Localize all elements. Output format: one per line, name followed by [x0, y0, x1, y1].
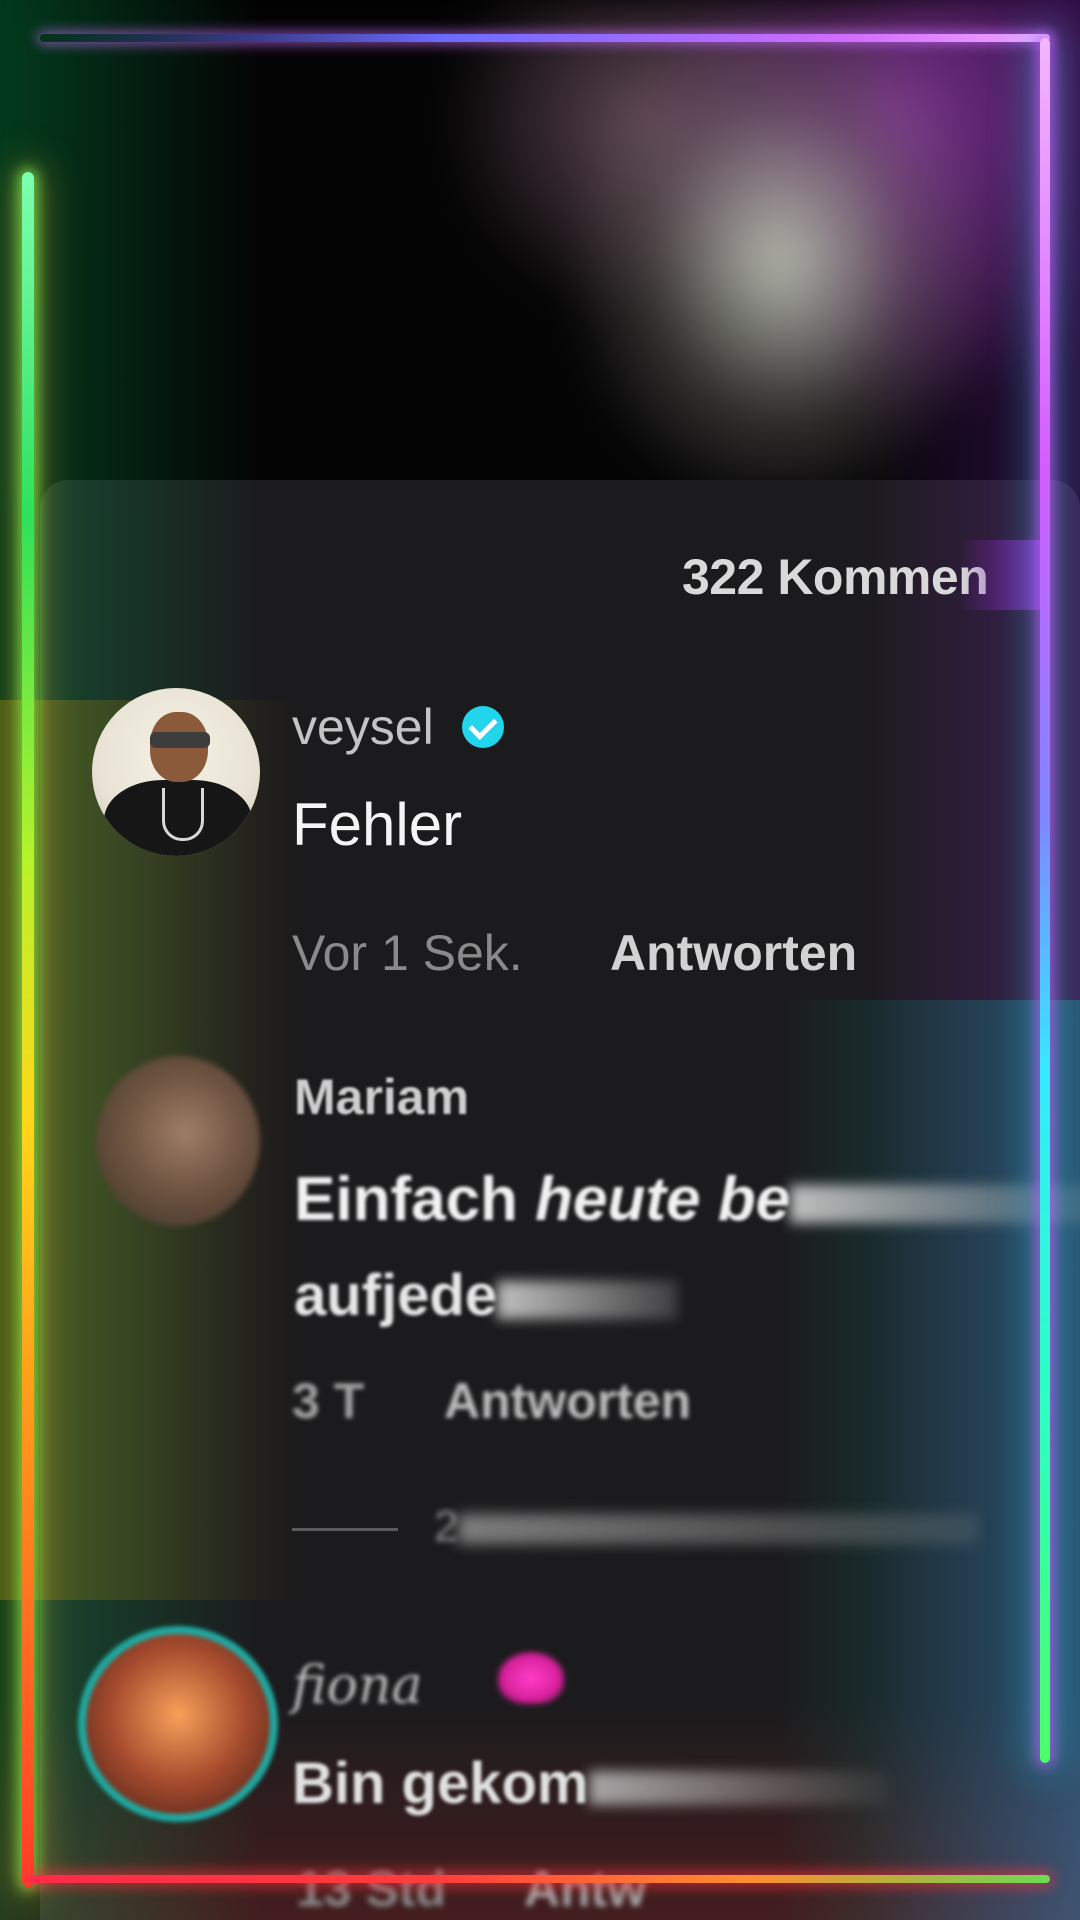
- comment-username[interactable]: fiona: [292, 1656, 422, 1716]
- comment-text-regular: Einfach: [294, 1165, 536, 1234]
- video-background: [0, 0, 1080, 500]
- comment-timestamp: 13 Std: [296, 1861, 447, 1917]
- motion-blur-smear: [588, 1770, 889, 1805]
- comment-text: Fehler: [292, 791, 463, 858]
- replies-label: 2: [434, 1502, 459, 1551]
- comment-text-italic: heute be: [535, 1165, 791, 1234]
- comment-text-line-2-text: aufjede: [294, 1263, 498, 1328]
- comment-text-line-1: Einfach heute be: [294, 1164, 1080, 1235]
- comment-timestamp: 3 T: [292, 1373, 365, 1429]
- comment-timestamp: Vor 1 Sek.: [292, 925, 523, 981]
- comment-count-title: 322 Kommen: [682, 549, 989, 605]
- reply-button[interactable]: Antworten: [444, 1372, 691, 1430]
- reply-button[interactable]: Antw: [524, 1860, 646, 1918]
- pink-heart-icon: [498, 1652, 564, 1704]
- comment-username[interactable]: Mariam: [294, 1068, 469, 1126]
- comment-text: Bin gekom: [292, 1750, 889, 1817]
- avatar[interactable]: [96, 1056, 260, 1226]
- avatar-chain-shape: [162, 788, 204, 841]
- avatar-with-story-ring[interactable]: [78, 1626, 278, 1822]
- motion-blur-smear: [497, 1280, 678, 1319]
- motion-blur-smear: [790, 1184, 1080, 1223]
- motion-blur-smear: [458, 1514, 979, 1545]
- reply-button[interactable]: Antworten: [610, 924, 857, 982]
- avatar[interactable]: [92, 688, 260, 856]
- view-replies-button[interactable]: 2: [434, 1502, 979, 1552]
- comment-text-line-2: aufjede: [294, 1262, 678, 1329]
- verified-badge-icon: [462, 706, 504, 748]
- replies-divider: [292, 1528, 398, 1531]
- comment-username[interactable]: veysel: [292, 698, 434, 756]
- avatar-glasses-shape: [150, 732, 210, 748]
- app-screen: 322 Kommen veysel Fehler Vor 1 Sek. Antw…: [0, 0, 1080, 1920]
- comment-text-content: Bin gekom: [292, 1751, 589, 1816]
